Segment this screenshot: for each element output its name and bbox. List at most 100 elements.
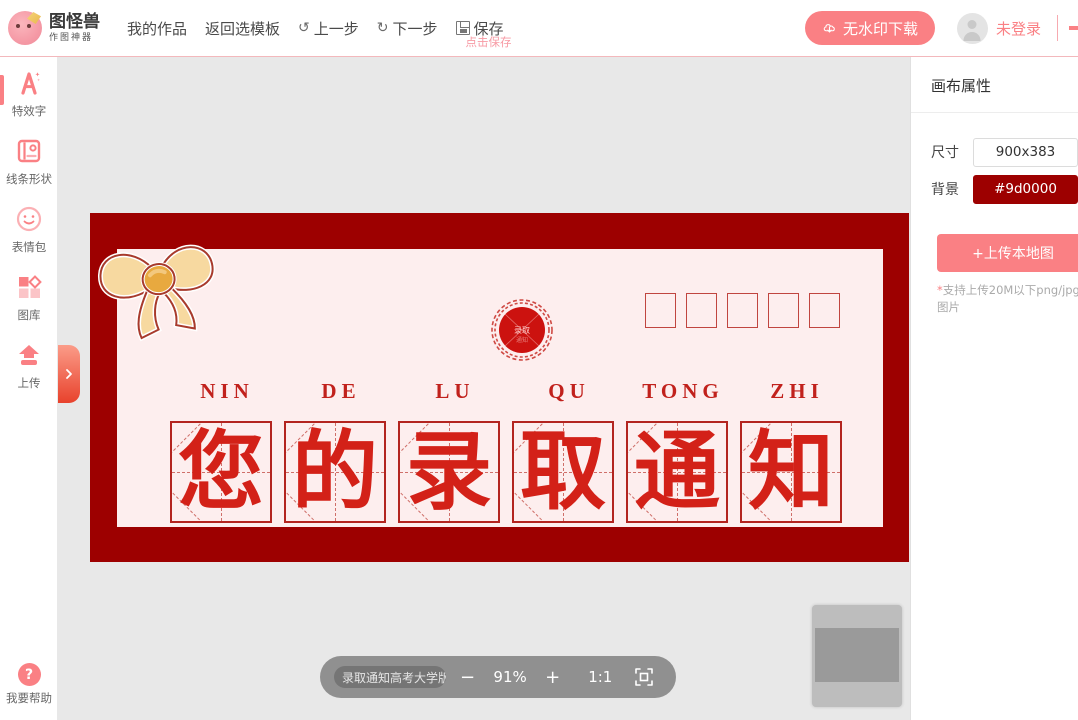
size-input[interactable]: 900x383	[973, 137, 1078, 167]
emoji-icon	[13, 203, 45, 235]
upload-note: *支持上传20M以下png/jpg图片	[937, 282, 1078, 317]
size-row: 尺寸 900x383	[931, 137, 1078, 167]
navigator-viewport[interactable]	[815, 628, 899, 682]
character-text: 知	[748, 422, 834, 522]
pinyin-3[interactable]: QU	[512, 379, 626, 404]
empty-box[interactable]	[809, 293, 840, 328]
sidebar-item-line-shape[interactable]: 线条形状	[0, 125, 58, 193]
upload-local-image-button[interactable]: +上传本地图	[937, 234, 1078, 272]
redo-icon: ↻	[376, 20, 389, 36]
nav-redo-label: 下一步	[392, 19, 438, 38]
chevron-right-icon	[66, 369, 72, 379]
sidebar-item-upload-label: 上传	[17, 376, 41, 390]
right-properties-panel: 画布属性 尺寸 900x383 背景 #9d0000 +上传本地图 *支持上传2…	[910, 57, 1078, 720]
pinyin-row: NIN DE LU QU TONG ZHI	[170, 379, 860, 404]
header-divider	[1057, 15, 1058, 41]
line-shape-icon	[13, 135, 45, 167]
character-text: 通	[634, 422, 720, 522]
ribbon-bow-icon[interactable]	[95, 237, 225, 342]
empty-box[interactable]	[768, 293, 799, 328]
sidebar-item-emoji-label: 表情包	[11, 240, 47, 254]
left-sidebar: 特效字 线条形状 表情包 图库 上传 ? 我要帮助	[0, 57, 58, 720]
empty-box[interactable]	[686, 293, 717, 328]
avatar-icon	[956, 12, 988, 44]
help-button-label: 我要帮助	[6, 691, 52, 705]
canvas-inner-panel[interactable]: 录取 通知 NIN DE LU QU TONG ZHI 您 的 录 取 通 知	[97, 244, 883, 527]
logo-subtitle: 作图神器	[49, 32, 94, 43]
sidebar-item-effect-text[interactable]: 特效字	[0, 57, 58, 125]
size-label: 尺寸	[931, 145, 959, 161]
undo-icon: ↺	[298, 20, 310, 36]
zoom-out-button[interactable]: −	[446, 667, 489, 688]
fit-to-screen-button[interactable]	[626, 667, 662, 687]
background-color-swatch[interactable]: #9d0000	[973, 174, 1078, 204]
nav-back-to-templates[interactable]: 返回选模板	[196, 14, 289, 43]
download-button[interactable]: 无水印下载	[804, 11, 935, 45]
header-nav: 我的作品 返回选模板 ↺ 上一步 ↻ 下一步 保存 点击保存	[118, 14, 513, 49]
pinyin-1[interactable]: DE	[284, 379, 398, 404]
app-logo[interactable]: 图怪兽 作图神器	[8, 11, 100, 45]
panel-title: 画布属性	[931, 77, 992, 95]
user-area[interactable]: 未登录	[956, 12, 1041, 44]
document-name-chip[interactable]: 录取通知高考大学版	[334, 666, 446, 688]
character-text: 的	[292, 422, 378, 522]
monster-mascot-icon	[8, 11, 42, 45]
nav-undo-label: 上一步	[313, 19, 359, 38]
pinyin-5[interactable]: ZHI	[740, 379, 854, 404]
header-more-icon[interactable]	[1069, 26, 1078, 30]
effect-text-icon	[13, 67, 45, 99]
svg-text:通知: 通知	[516, 336, 528, 344]
workspace[interactable]: 录取 通知 NIN DE LU QU TONG ZHI 您 的 录 取 通 知 …	[58, 57, 910, 720]
nav-my-works-label: 我的作品	[127, 19, 188, 38]
logo-text: 图怪兽 作图神器	[49, 11, 100, 43]
upload-icon	[13, 339, 45, 371]
canvas-navigator[interactable]	[812, 605, 902, 707]
character-cell[interactable]: 的	[284, 421, 386, 523]
sidebar-item-upload[interactable]: 上传	[0, 329, 58, 397]
character-cell[interactable]: 录	[398, 421, 500, 523]
character-cell[interactable]: 取	[512, 421, 614, 523]
app-header: 图怪兽 作图神器 我的作品 返回选模板 ↺ 上一步 ↻ 下一步 保存 点击保存 …	[0, 0, 1078, 57]
panel-expander-button[interactable]	[58, 345, 80, 403]
empty-box-row[interactable]	[645, 293, 840, 328]
nav-undo[interactable]: ↺ 上一步	[289, 14, 368, 43]
gallery-icon	[13, 271, 45, 303]
character-cell[interactable]: 通	[626, 421, 728, 523]
sidebar-item-line-shape-label: 线条形状	[6, 172, 52, 186]
note-text: 支持上传20M以下png/jpg图片	[937, 283, 1078, 315]
sidebar-item-emoji[interactable]: 表情包	[0, 193, 58, 261]
background-label: 背景	[931, 182, 959, 198]
sidebar-item-effect-text-label: 特效字	[11, 104, 47, 118]
panel-divider	[911, 112, 1078, 113]
zoom-toolbar: 录取通知高考大学版 − 91% + 1:1	[320, 656, 677, 698]
pinyin-4[interactable]: TONG	[626, 379, 740, 404]
character-cell[interactable]: 知	[740, 421, 842, 523]
nav-save[interactable]: 保存 点击保存	[447, 14, 513, 49]
pinyin-2[interactable]: LU	[398, 379, 512, 404]
design-canvas[interactable]: 录取 通知 NIN DE LU QU TONG ZHI 您 的 录 取 通 知	[90, 213, 909, 562]
fit-to-screen-icon	[635, 668, 654, 686]
question-mark-icon: ?	[17, 663, 41, 686]
login-status-label[interactable]: 未登录	[996, 18, 1041, 39]
character-text: 取	[520, 422, 606, 522]
character-text: 录	[406, 422, 492, 522]
nav-my-works[interactable]: 我的作品	[118, 14, 196, 43]
help-button[interactable]: ? 我要帮助	[0, 663, 58, 706]
nav-redo[interactable]: ↻ 下一步	[368, 14, 447, 43]
character-grid-row: 您 的 录 取 通 知	[170, 421, 842, 523]
character-text: 您	[178, 422, 264, 522]
save-hint: 点击保存	[465, 34, 512, 49]
sidebar-item-gallery-label: 图库	[17, 308, 41, 322]
logo-title: 图怪兽	[49, 11, 100, 32]
empty-box[interactable]	[645, 293, 676, 328]
zoom-in-button[interactable]: +	[531, 667, 574, 688]
sidebar-item-gallery[interactable]: 图库	[0, 261, 58, 329]
empty-box[interactable]	[727, 293, 758, 328]
nav-back-to-templates-label: 返回选模板	[205, 19, 281, 38]
zoom-level-label: 91%	[493, 668, 527, 686]
actual-size-button[interactable]: 1:1	[574, 668, 626, 686]
image-editor-app: 图怪兽 作图神器 我的作品 返回选模板 ↺ 上一步 ↻ 下一步 保存 点击保存 …	[0, 0, 1078, 720]
character-cell[interactable]: 您	[170, 421, 272, 523]
red-seal-stamp-icon[interactable]: 录取 通知	[489, 297, 555, 363]
pinyin-0[interactable]: NIN	[170, 379, 284, 404]
